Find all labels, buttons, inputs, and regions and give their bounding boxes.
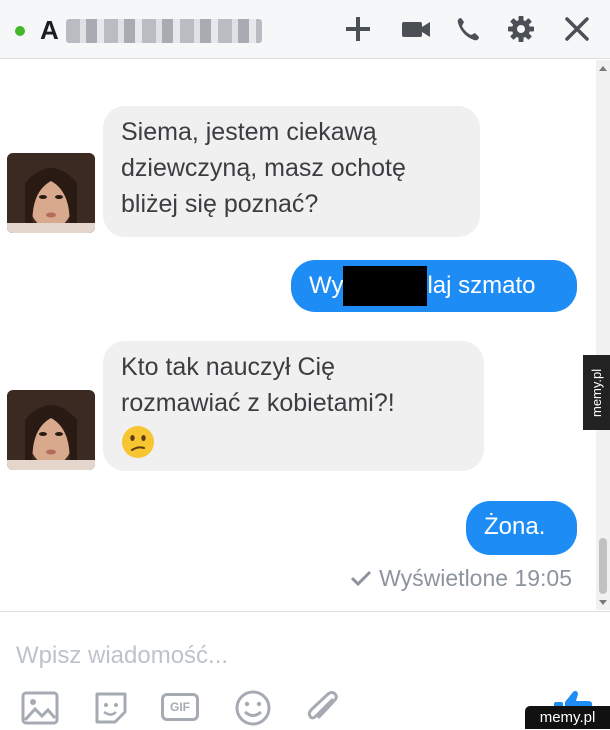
seen-text: Wyświetlone 19:05 xyxy=(379,565,572,591)
contact-avatar[interactable] xyxy=(7,153,95,233)
incoming-message-bubble[interactable]: Siema, jestem ciekawą dziewczyną, masz o… xyxy=(103,106,480,237)
scroll-up-icon[interactable] xyxy=(599,66,607,71)
message-line: bliżej się poznać? xyxy=(121,190,319,218)
scroll-thumb[interactable] xyxy=(599,538,607,594)
message-input[interactable] xyxy=(16,638,556,674)
watermark-bottom: memy.pl xyxy=(525,706,610,729)
phone-icon[interactable] xyxy=(453,14,483,44)
contact-avatar[interactable] xyxy=(7,390,95,470)
attachment-icon[interactable] xyxy=(302,688,342,728)
message-text: Żona. xyxy=(484,513,546,540)
message-text: laj szmato xyxy=(427,272,536,299)
checkmark-icon xyxy=(350,570,371,587)
message-line: rozmawiać z kobietami?! xyxy=(121,389,395,417)
gif-icon[interactable]: GIF xyxy=(161,693,199,721)
plus-icon[interactable] xyxy=(343,14,373,44)
gear-icon[interactable] xyxy=(506,14,536,44)
emoji-icon[interactable] xyxy=(233,688,273,728)
video-camera-icon[interactable] xyxy=(399,14,433,44)
censor-bar xyxy=(343,266,428,306)
sticker-icon[interactable] xyxy=(91,688,131,728)
confused-face-emoji xyxy=(122,426,154,459)
message-text: Wy xyxy=(309,272,344,299)
outgoing-message-bubble[interactable]: Wy laj szmato xyxy=(291,260,577,312)
contact-name[interactable]: A xyxy=(40,15,59,46)
scrollbar[interactable] xyxy=(596,60,610,610)
contact-name-blurred xyxy=(66,19,262,43)
close-icon[interactable] xyxy=(562,14,592,44)
message-line: dziewczyną, masz ochotę xyxy=(121,154,406,182)
image-icon[interactable] xyxy=(20,688,60,728)
watermark-side: memy.pl xyxy=(583,355,610,430)
seen-status: Wyświetlone 19:05 xyxy=(349,565,572,592)
chat-header: A xyxy=(0,0,610,59)
message-line: Siema, jestem ciekawą xyxy=(121,118,377,146)
message-line: Kto tak nauczył Cię xyxy=(121,353,335,381)
scroll-down-icon[interactable] xyxy=(599,600,607,605)
outgoing-message-bubble[interactable]: Żona. xyxy=(466,501,577,555)
message-list[interactable]: Siema, jestem ciekawą dziewczyną, masz o… xyxy=(0,60,596,610)
online-status-icon xyxy=(15,26,25,36)
incoming-message-bubble[interactable]: Kto tak nauczył Cię rozmawiać z kobietam… xyxy=(103,341,484,471)
